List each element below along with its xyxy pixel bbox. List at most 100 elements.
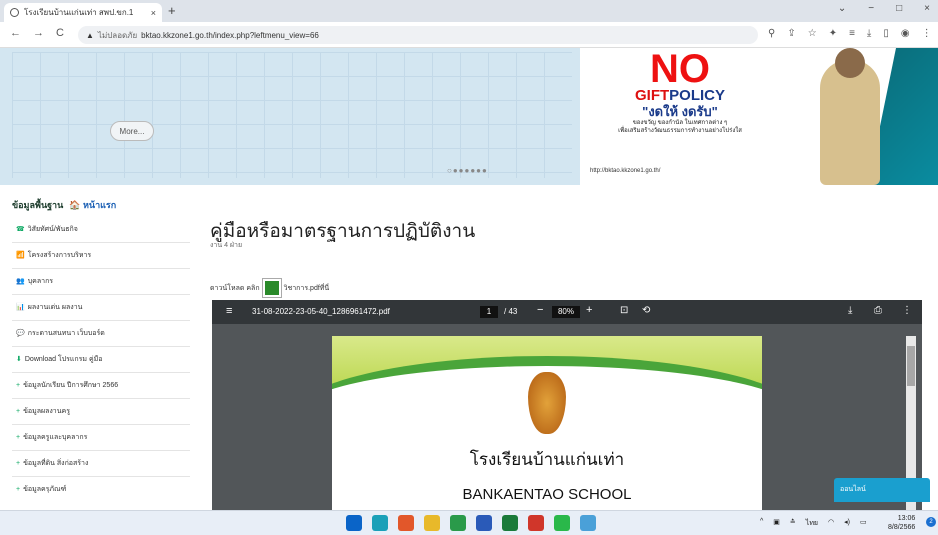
window-icon[interactable]: ▯ [883, 28, 889, 39]
online-widget[interactable]: ออนไลน์ [834, 478, 930, 502]
line-app-icon[interactable] [554, 515, 570, 531]
gift-policy-poster: NO GIFTPOLICY "งดให้ งดรับ" ของขวัญ ของก… [580, 48, 780, 185]
profile-icon[interactable]: ◉ [901, 28, 910, 39]
meet-icon[interactable]: ▣ [773, 518, 780, 529]
page-subtitle: งาน 4 ฝ่าย [210, 242, 243, 249]
clock[interactable]: 13:06 8/8/2566 [888, 514, 915, 532]
excel-app-icon[interactable] [502, 515, 518, 531]
forward-icon[interactable]: → [33, 27, 44, 39]
director-photo [780, 48, 938, 185]
extension-icon[interactable]: ✦ [829, 28, 837, 39]
download-icon[interactable]: ⤓ [867, 28, 871, 39]
banner: More... ○●●●●●● NO GIFTPOLICY "งดให้ งดร… [0, 48, 938, 185]
chrome-app-icon[interactable] [450, 515, 466, 531]
more-button[interactable]: More... [110, 121, 154, 141]
main-content: คู่มือหรือมาตรฐานการปฏิบัติงาน งาน 4 ฝ่า… [200, 192, 938, 510]
window-controls: ⌄ − □ × [838, 3, 930, 14]
notepad-app-icon[interactable] [580, 515, 596, 531]
volume-icon[interactable]: ◂) [844, 518, 850, 529]
site-favicon-icon [10, 8, 19, 17]
reload-icon[interactable]: C [56, 27, 64, 39]
home-link[interactable]: 🏠 หน้าแรก [69, 198, 116, 212]
zoom-in-icon[interactable]: + [586, 304, 592, 316]
warning-icon: ▲ [86, 30, 94, 40]
search-icon[interactable]: ⚲ [768, 28, 775, 39]
sidebar-header-label[interactable]: ข้อมูลพื้นฐาน [12, 198, 63, 212]
sidebar-item-teacher-work[interactable]: + ข้อมูลผลงานครู [16, 406, 70, 417]
tab-title: โรงเรียนบ้านแก่นเท่า สพป.ขก.1 [24, 8, 134, 17]
browser-tab[interactable]: โรงเรียนบ้านแก่นเท่า สพป.ขก.1 × [4, 3, 162, 22]
rotate-icon[interactable]: ⟲ [642, 305, 650, 316]
network-icon[interactable]: ≛ [790, 518, 796, 529]
sidebar-item-staff[interactable]: 👥 บุคลากร [16, 276, 53, 287]
download-file-icon[interactable] [261, 278, 282, 298]
browser-toolbar: ⚲ ⇪ ☆ ✦ ≡ ⤓ ▯ ◉ ⋮ [768, 28, 932, 39]
notification-badge[interactable]: 2 [926, 517, 936, 527]
sidebar: ข้อมูลพื้นฐาน 🏠 หน้าแรก ☎ วิสัยทัศน์/พันธ… [0, 192, 200, 510]
star-icon[interactable]: ☆ [808, 28, 817, 39]
print-icon[interactable]: ⎙ [874, 305, 882, 316]
tab-close-icon[interactable]: × [151, 8, 156, 18]
sidebar-item-results[interactable]: 📊 ผลงานเด่น ผลงาน [16, 302, 82, 313]
school-name-thai: โรงเรียนบ้านแก่นเท่า [469, 450, 625, 469]
back-icon[interactable]: ← [10, 27, 21, 39]
url-text: bktao.kkzone1.go.th/index.php?leftmenu_v… [141, 30, 319, 40]
sidebar-item-structure[interactable]: 📶 โครงสร้างการบริหาร [16, 250, 91, 261]
pdf-zoom-input[interactable]: 80% [552, 306, 580, 318]
close-window-button[interactable]: × [924, 3, 930, 14]
chevron-up-icon[interactable]: ^ [760, 518, 763, 529]
taskbar: ^ ▣ ≛ ไทย ◠ ◂) ▭ 13:06 8/8/2566 2 [0, 510, 938, 535]
no-gift-text: NO [650, 47, 710, 91]
sidebar-item-land[interactable]: + ข้อมูลที่ดิน สิ่งก่อสร้าง [16, 458, 88, 469]
menu-icon[interactable]: ≡ [849, 28, 855, 39]
zoom-out-icon[interactable]: − [537, 304, 543, 316]
gift-url: http://bktao.kkzone1.go.th/ [590, 168, 661, 174]
tab-search-icon[interactable]: ⌄ [838, 3, 846, 14]
photos-app-icon[interactable] [528, 515, 544, 531]
sidebar-item-vision[interactable]: ☎ วิสัยทัศน์/พันธกิจ [16, 224, 78, 235]
sidebar-item-webboard[interactable]: 💬 กระดานสนทนา เว็บบอร์ด [16, 328, 105, 339]
slider-dots[interactable]: ○●●●●●● [447, 166, 488, 175]
battery-icon[interactable]: ▭ [860, 518, 867, 529]
sidebar-item-equipment[interactable]: + ข้อมูลครุภัณฑ์ [16, 484, 66, 495]
pdf-page: โรงเรียนบ้านแก่นเท่า BANKAENTAO SCHOOL [332, 336, 762, 510]
address-bar-row: ← → C ▲ ไม่ปลอดภัย bktao.kkzone1.go.th/i… [0, 22, 938, 48]
language-indicator[interactable]: ไทย [806, 518, 818, 529]
taskbar-apps [346, 515, 596, 531]
gift-policy-title: GIFTPOLICY [634, 87, 725, 104]
download-suffix[interactable]: วิชาการ.pdfที่นี่ [284, 283, 330, 294]
sidebar-item-teachers[interactable]: + ข้อมูลครูและบุคลากร [16, 432, 87, 443]
edge-app-icon[interactable] [372, 515, 388, 531]
new-tab-button[interactable]: + [168, 3, 176, 18]
pdf-download-icon[interactable]: ⤓ [848, 305, 852, 316]
download-link[interactable]: ดาวน์โหลด คลิก วิชาการ.pdfที่นี่ [210, 278, 330, 298]
gift-line-2: เพื่อเสริมสร้างวัฒนธรรมการทำงานอย่างโปร่… [618, 128, 742, 134]
share-icon[interactable]: ⇪ [787, 28, 795, 39]
fit-page-icon[interactable]: ⊡ [620, 305, 628, 316]
pdf-filename: 31-08-2022-23-05-40_1286961472.pdf [252, 307, 390, 316]
not-secure-label[interactable]: ไม่ปลอดภัย [98, 29, 137, 42]
pdf-page-total: / 43 [504, 307, 518, 316]
sidebar-item-students[interactable]: + ข้อมูลนักเรียน ปีการศึกษา 2566 [16, 380, 118, 391]
word-app-icon[interactable] [476, 515, 492, 531]
sidebar-header: ข้อมูลพื้นฐาน 🏠 หน้าแรก [12, 198, 116, 212]
clock-date: 8/8/2566 [888, 524, 916, 531]
pdf-toolbar: ≡ 31-08-2022-23-05-40_1286961472.pdf 1 /… [212, 300, 922, 324]
firefox-app-icon[interactable] [398, 515, 414, 531]
maximize-button[interactable]: □ [896, 3, 902, 14]
start-app-icon[interactable] [346, 515, 362, 531]
minimize-button[interactable]: − [868, 3, 874, 14]
explorer-app-icon[interactable] [424, 515, 440, 531]
more-icon[interactable]: ⋮ [922, 28, 932, 39]
sidebar-item-download[interactable]: ⬇ Download โปรแกรม คู่มือ [16, 354, 102, 365]
clock-time: 13:06 [897, 515, 916, 522]
system-tray: ^ ▣ ≛ ไทย ◠ ◂) ▭ [760, 518, 867, 529]
gift-thai-slogan: "งดให้ งดรับ" [642, 104, 718, 119]
pdf-more-icon[interactable]: ⋮ [902, 305, 912, 316]
url-field[interactable]: ▲ ไม่ปลอดภัย bktao.kkzone1.go.th/index.p… [78, 26, 758, 44]
wifi-icon[interactable]: ◠ [828, 518, 834, 529]
nav-buttons: ← → C [10, 27, 64, 39]
pdf-page-input[interactable]: 1 [480, 306, 498, 318]
gift-line-1: ของขวัญ ของกำนัล ในเทศกาลต่าง ๆ [632, 120, 728, 126]
pdf-menu-icon[interactable]: ≡ [226, 305, 232, 317]
